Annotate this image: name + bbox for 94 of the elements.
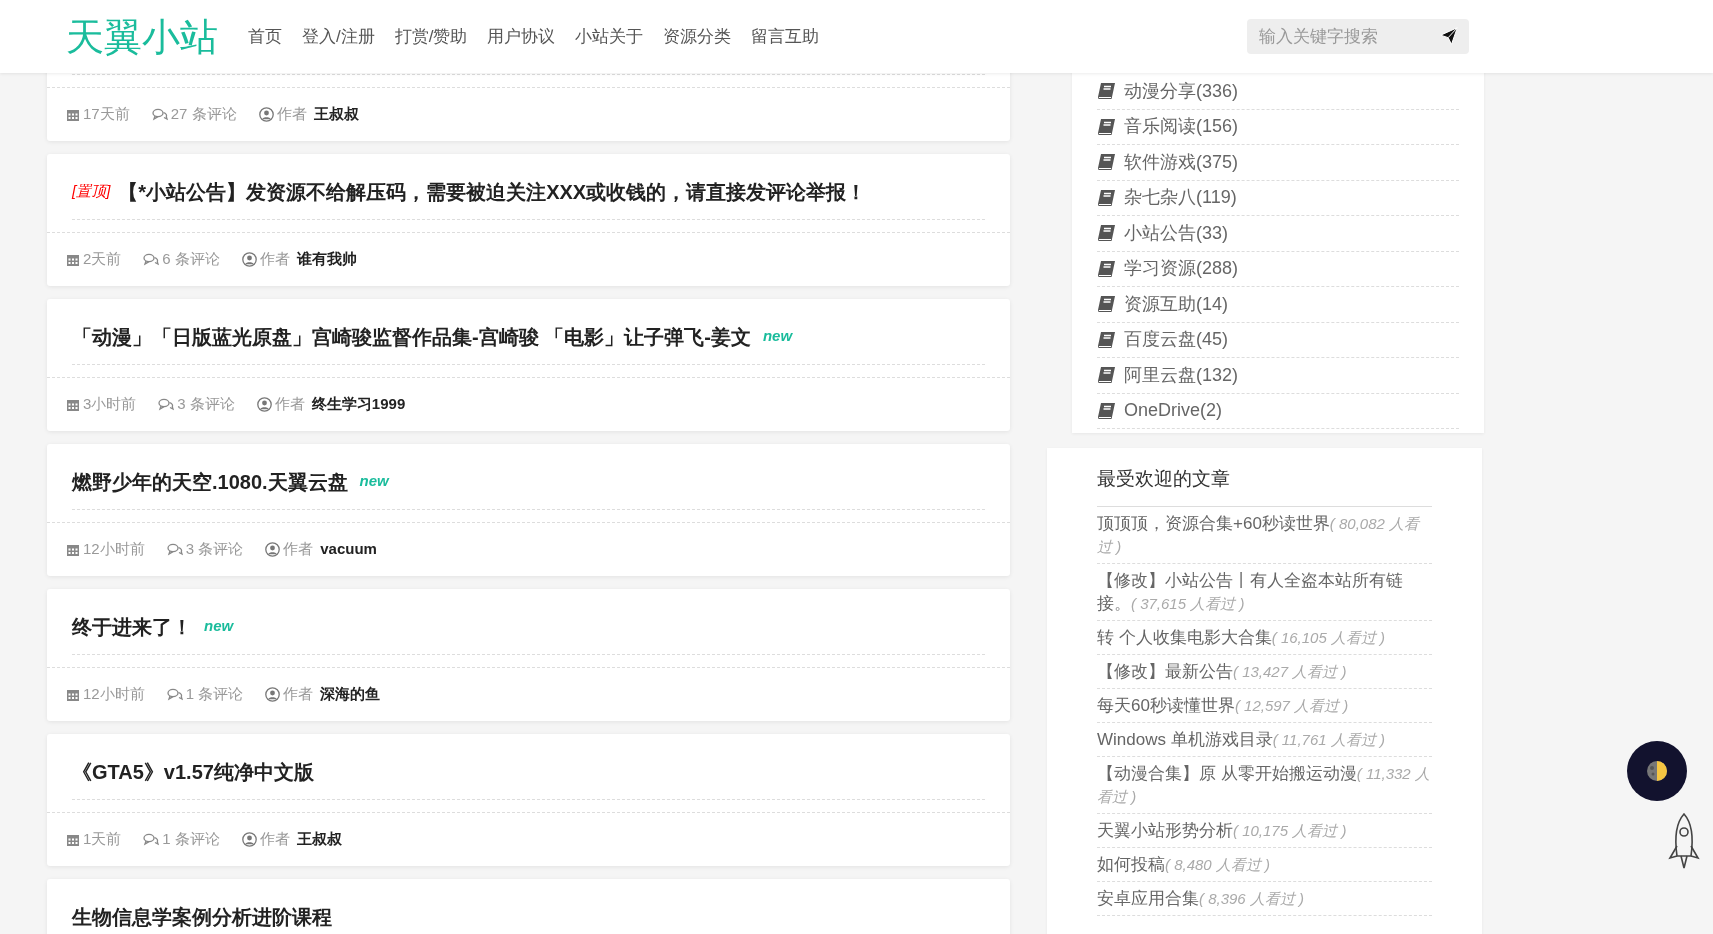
panel-title: 最受欢迎的文章 xyxy=(1097,465,1432,507)
author-label: 作者 xyxy=(259,249,290,270)
category-link[interactable]: 音乐阅读(156) xyxy=(1124,113,1239,141)
book-icon xyxy=(1097,117,1116,136)
post-time: 12小时前 xyxy=(83,539,145,560)
author-name[interactable]: vacuum xyxy=(320,538,377,561)
user-icon xyxy=(241,252,257,267)
user-icon xyxy=(265,687,281,702)
post-title[interactable]: 生物信息学案例分析进阶课程 xyxy=(72,901,332,932)
search-field[interactable]: 输入关键字搜索 xyxy=(1247,19,1469,54)
nav-link[interactable]: 留言互助 xyxy=(751,23,820,50)
book-icon xyxy=(1097,330,1116,349)
article-link[interactable]: 【修改】最新公告( 13,427 人看过 ) xyxy=(1097,659,1432,683)
comment-count: 3 条评论 xyxy=(185,539,244,560)
article-link[interactable]: 天翼小站形势分析( 10,175 人看过 ) xyxy=(1097,818,1432,842)
book-icon xyxy=(1097,224,1116,243)
category-link[interactable]: 杂七杂八(119) xyxy=(1124,184,1237,212)
post-time: 3小时前 xyxy=(83,394,137,415)
book-icon xyxy=(1097,153,1116,172)
user-icon xyxy=(241,832,257,847)
user-icon xyxy=(265,542,281,557)
author-name[interactable]: 深海的鱼 xyxy=(320,683,381,706)
post-title[interactable]: 「动漫」「日版蓝光原盘」宫崎骏监督作品集-宫崎骏 「电影」让子弹飞-姜文 xyxy=(72,321,751,352)
book-icon xyxy=(1097,366,1116,385)
comment-count: 3 条评论 xyxy=(177,394,235,415)
post-title[interactable]: 《GTA5》v1.57纯净中文版 xyxy=(72,756,314,787)
post-title[interactable]: 燃野少年的天空.1080.天翼云盘 xyxy=(72,466,348,497)
category-link[interactable]: 软件游戏(375) xyxy=(1124,148,1239,176)
pinned-tag: [置顶] xyxy=(72,180,111,203)
post-title[interactable]: 【*小站公告】发资源不给解压码，需要被迫关注XXX或收钱的，请直接发评论举报！ xyxy=(118,176,867,207)
comment-count: 1 条评论 xyxy=(162,829,220,850)
category-link[interactable]: 资源互助(14) xyxy=(1124,290,1228,318)
author-name[interactable]: 王叔叔 xyxy=(296,828,342,851)
post-time: 2天前 xyxy=(83,249,122,270)
category-link[interactable]: 小站公告(33) xyxy=(1124,219,1228,247)
send-icon[interactable] xyxy=(1439,26,1459,46)
theme-toggle-button[interactable] xyxy=(1627,741,1687,801)
comment-count: 27 条评论 xyxy=(170,104,237,125)
calendar-icon xyxy=(66,832,80,847)
article-link[interactable]: 每天60秒读懂世界( 12,597 人看过 ) xyxy=(1097,693,1432,717)
article-link[interactable]: 【动漫合集】原 从零开始搬运动漫( 11,332 人看过 ) xyxy=(1097,761,1432,808)
article-link[interactable]: 顶顶顶，资源合集+60秒读世界( 80,082 人看过 ) xyxy=(1097,511,1432,558)
comment-count: 1 条评论 xyxy=(185,684,244,705)
author-name[interactable]: 终生学习1999 xyxy=(311,393,406,416)
author-name[interactable]: 王叔叔 xyxy=(313,103,359,126)
author-label: 作者 xyxy=(259,829,290,850)
calendar-icon xyxy=(66,397,80,412)
article-link[interactable]: Windows 单机游戏目录( 11,761 人看过 ) xyxy=(1097,727,1432,751)
book-icon xyxy=(1097,259,1116,278)
article-link[interactable]: 转 个人收集电影大合集( 16,105 人看过 ) xyxy=(1097,625,1432,649)
book-icon xyxy=(1097,295,1116,314)
user-icon xyxy=(258,107,274,122)
calendar-icon xyxy=(66,252,80,267)
calendar-icon xyxy=(66,542,80,557)
category-link[interactable]: OneDrive(2) xyxy=(1124,397,1223,425)
user-icon xyxy=(256,397,272,412)
new-tag: new xyxy=(762,325,793,348)
comments-icon xyxy=(143,253,160,266)
author-label: 作者 xyxy=(274,394,305,415)
category-link[interactable]: 百度云盘(45) xyxy=(1124,326,1228,354)
moon-icon xyxy=(1646,760,1668,782)
nav-link[interactable]: 打赏/赞助 xyxy=(394,23,468,50)
post-title[interactable]: 终于进来了！ xyxy=(72,611,192,642)
comment-count: 6 条评论 xyxy=(162,249,220,270)
author-label: 作者 xyxy=(283,539,314,560)
author-label: 作者 xyxy=(283,684,314,705)
comments-icon xyxy=(166,543,183,556)
author-name[interactable]: 谁有我帅 xyxy=(296,248,357,271)
category-link[interactable]: 动漫分享(336) xyxy=(1124,77,1239,105)
category-link[interactable]: 阿里云盘(132) xyxy=(1124,361,1239,389)
calendar-icon xyxy=(66,107,80,122)
new-tag: new xyxy=(359,470,389,493)
book-icon xyxy=(1097,188,1116,207)
comments-icon xyxy=(158,398,175,411)
book-icon xyxy=(1097,82,1116,101)
article-link[interactable]: 安卓应用合集( 8,396 人看过 ) xyxy=(1097,886,1432,910)
comments-icon xyxy=(151,108,168,121)
post-time: 17天前 xyxy=(83,104,130,125)
new-tag: new xyxy=(204,615,234,638)
nav-link[interactable]: 首页 xyxy=(248,23,282,50)
post-time: 1天前 xyxy=(83,829,122,850)
post-time: 12小时前 xyxy=(83,684,145,705)
category-link[interactable]: 学习资源(288) xyxy=(1124,255,1239,283)
nav-link[interactable]: 小站关于 xyxy=(575,23,644,50)
article-link[interactable]: 如何投稿( 8,480 人看过 ) xyxy=(1097,852,1432,876)
comments-icon xyxy=(143,833,160,846)
nav-link[interactable]: 用户协议 xyxy=(487,23,556,50)
book-icon xyxy=(1097,401,1116,420)
author-label: 作者 xyxy=(276,104,307,125)
nav-link[interactable]: 资源分类 xyxy=(663,23,732,50)
article-link[interactable]: 【修改】小站公告丨有人全盗本站所有链接。( 37,615 人看过 ) xyxy=(1097,568,1432,615)
comments-icon xyxy=(166,688,183,701)
calendar-icon xyxy=(66,687,80,702)
nav-link[interactable]: 登入/注册 xyxy=(302,23,375,50)
